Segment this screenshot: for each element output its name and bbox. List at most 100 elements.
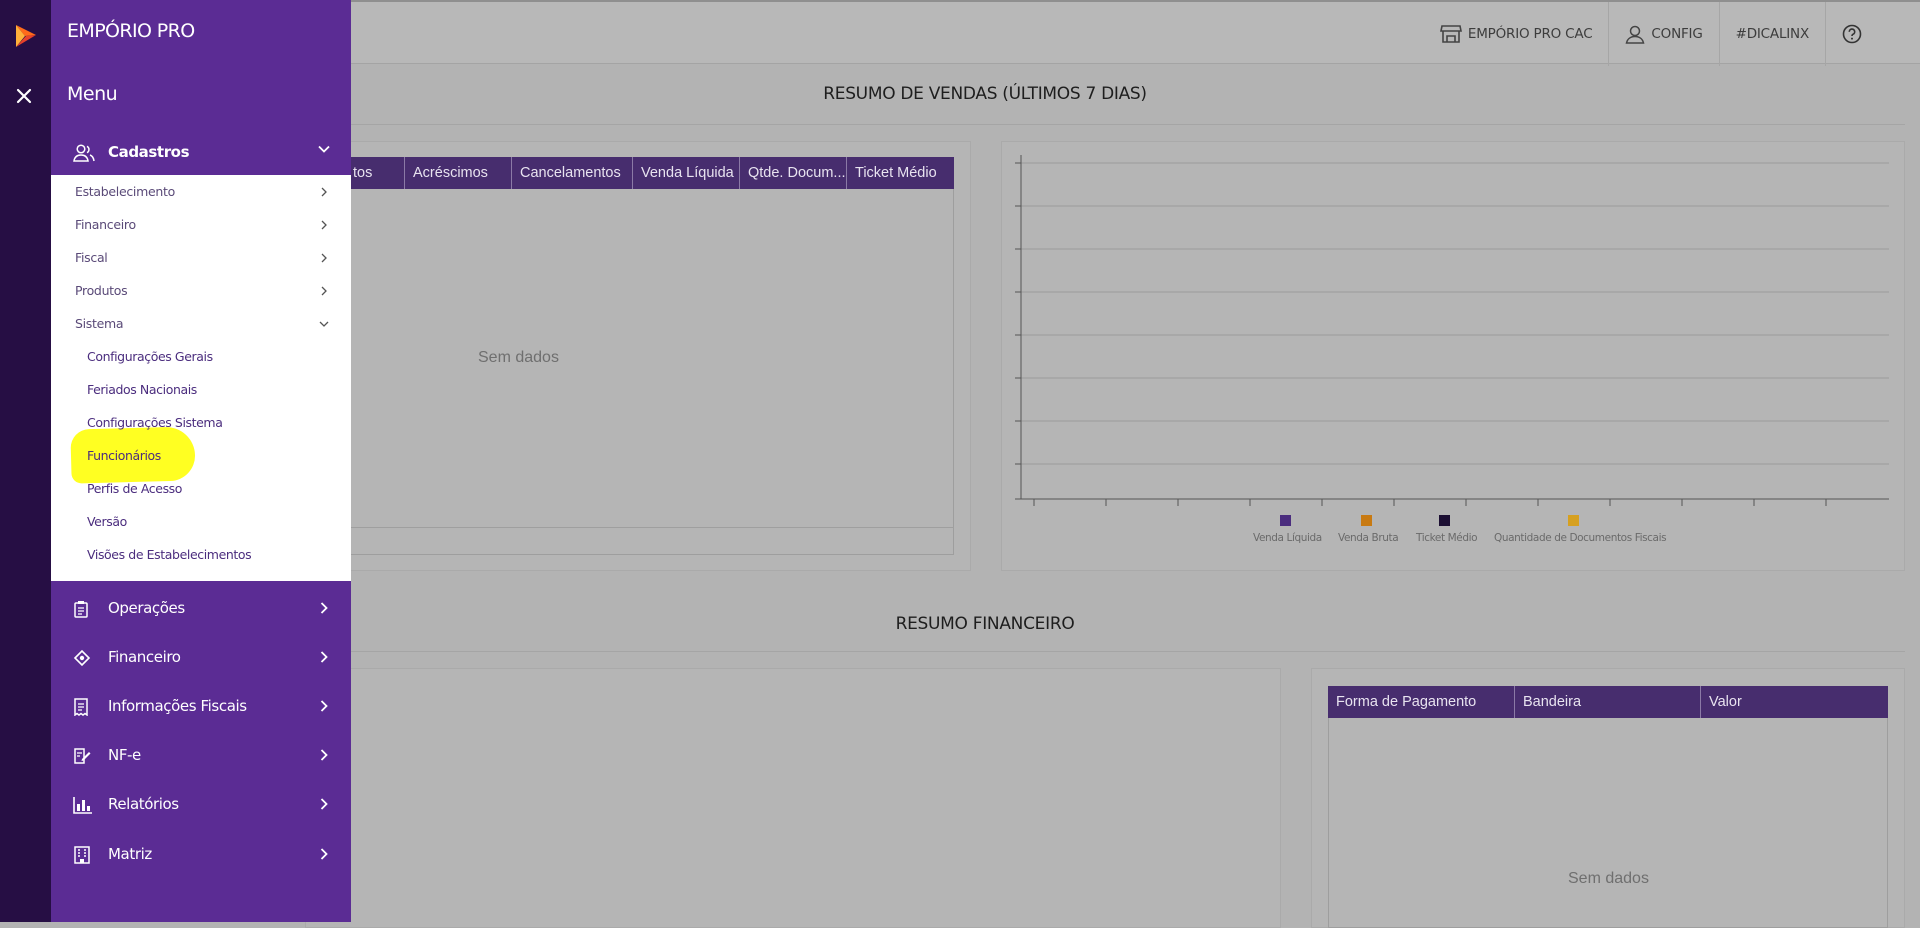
submenu-estabelecimento[interactable]: Estabelecimento	[51, 175, 351, 208]
menu-group-label: Financeiro	[108, 648, 181, 666]
finance-divider	[350, 651, 1905, 652]
menu-link-versao[interactable]: Versão	[51, 505, 351, 538]
submenu-label: Produtos	[75, 283, 128, 298]
sales-divider	[350, 124, 1905, 125]
logo-icon	[16, 25, 36, 47]
brand-title: EMPÓRIO PRO	[67, 20, 195, 42]
chart-x-ticks	[1033, 499, 1827, 506]
submenu-fiscal[interactable]: Fiscal	[51, 241, 351, 274]
store-link[interactable]: EMPÓRIO PRO CAC	[1424, 2, 1609, 66]
sales-col-header[interactable]: Qtde. Docum...	[740, 157, 847, 189]
building-icon	[74, 846, 90, 864]
document-edit-icon	[74, 748, 91, 764]
legend-swatch-venda-liquida	[1280, 515, 1291, 526]
chevron-right-icon	[320, 749, 328, 761]
cadastros-submenu: Estabelecimento Financeiro Fiscal Produt…	[51, 175, 351, 581]
menu-group-operacoes[interactable]: Operações	[51, 583, 351, 633]
user-icon	[1625, 25, 1645, 44]
menu-group-informacoes-fiscais[interactable]: Informações Fiscais	[51, 681, 351, 731]
sales-col-header[interactable]: Ticket Médio	[847, 157, 954, 189]
legend-qtd-documentos[interactable]: Quantidade de Documentos Fiscais	[1494, 532, 1667, 544]
legend-venda-bruta[interactable]: Venda Bruta	[1338, 532, 1399, 544]
menu-link-perfis-de-acesso[interactable]: Perfis de Acesso	[51, 472, 351, 505]
help-circle-icon	[1842, 24, 1862, 44]
sales-col-header[interactable]: tos	[345, 157, 405, 189]
menu-group-financeiro[interactable]: Financeiro	[51, 632, 351, 682]
config-link[interactable]: CONFIG	[1608, 2, 1718, 66]
menu-group-label: Relatórios	[108, 795, 179, 813]
menu-group-relatorios[interactable]: Relatórios	[51, 779, 351, 829]
menu-link-visoes-de-estabelecimentos[interactable]: Visões de Estabelecimentos	[51, 538, 351, 571]
menu-group-label: Matriz	[108, 845, 152, 863]
chevron-right-icon	[321, 253, 327, 263]
menu-link-label: Versão	[87, 514, 127, 529]
finance-col-header[interactable]: Bandeira	[1515, 686, 1701, 718]
sales-no-data: Sem dados	[478, 349, 559, 366]
sales-col-header[interactable]: Cancelamentos	[512, 157, 633, 189]
legend-ticket-medio[interactable]: Ticket Médio	[1416, 532, 1478, 544]
bar-chart-icon	[73, 797, 92, 814]
finance-table-header: Forma de Pagamento Bandeira Valor	[1328, 686, 1888, 718]
menu-link-funcionarios[interactable]: Funcionários	[51, 439, 351, 472]
legend-swatch-ticket-medio	[1439, 515, 1450, 526]
top-nav: EMPÓRIO PRO CAC CONFIG #DICALINX	[1424, 2, 1884, 66]
chevron-right-icon	[320, 651, 328, 663]
sales-col-header[interactable]: Venda Líquida	[633, 157, 740, 189]
chevron-right-icon	[320, 848, 328, 860]
legend-swatch-venda-bruta	[1361, 515, 1372, 526]
submenu-label: Estabelecimento	[75, 184, 175, 199]
submenu-financeiro[interactable]: Financeiro	[51, 208, 351, 241]
legend-swatch-qtd-documentos	[1568, 515, 1579, 526]
menu-group-label: NF-e	[108, 746, 141, 764]
menu-link-label: Funcionários	[87, 448, 161, 463]
menu-group-label: Informações Fiscais	[108, 697, 247, 715]
sales-chart	[1015, 155, 1889, 506]
menu-group-nfe[interactable]: NF-e	[51, 730, 351, 780]
finance-left-card	[305, 668, 1281, 928]
receipt-icon	[74, 698, 88, 716]
chevron-right-icon	[320, 700, 328, 712]
store-icon	[1439, 25, 1462, 43]
legend-venda-liquida[interactable]: Venda Líquida	[1253, 532, 1322, 544]
store-label: EMPÓRIO PRO CAC	[1467, 26, 1593, 42]
menu-title: Menu	[67, 83, 118, 105]
sidebar: EMPÓRIO PRO Menu Cadastros Estabelecimen…	[51, 0, 351, 922]
menu-link-configuracoes-gerais[interactable]: Configurações Gerais	[51, 340, 351, 373]
submenu-sistema[interactable]: Sistema	[51, 307, 351, 340]
chevron-right-icon	[321, 187, 327, 197]
left-rail	[0, 0, 51, 922]
chevron-right-icon	[321, 220, 327, 230]
menu-link-label: Configurações Sistema	[87, 415, 223, 430]
chevron-right-icon	[320, 602, 328, 614]
dicalinx-link[interactable]: #DICALINX	[1718, 2, 1825, 66]
chevron-up-icon	[318, 145, 330, 153]
menu-link-configuracoes-sistema[interactable]: Configurações Sistema	[51, 406, 351, 439]
sales-section-title: RESUMO DE VENDAS (ÚLTIMOS 7 DIAS)	[823, 84, 1147, 104]
finance-col-header[interactable]: Forma de Pagamento	[1328, 686, 1515, 718]
config-label: CONFIG	[1651, 26, 1703, 42]
sales-table-header: tos Acréscimos Cancelamentos Venda Líqui…	[345, 157, 954, 189]
finance-table-body	[1328, 718, 1888, 928]
menu-link-label: Feriados Nacionais	[87, 382, 197, 397]
submenu-produtos[interactable]: Produtos	[51, 274, 351, 307]
finance-col-header[interactable]: Valor	[1701, 686, 1888, 718]
money-icon	[73, 649, 91, 667]
chevron-right-icon	[320, 798, 328, 810]
menu-link-label: Configurações Gerais	[87, 349, 213, 364]
menu-link-label: Visões de Estabelecimentos	[87, 547, 252, 562]
dicalinx-label: #DICALINX	[1735, 26, 1810, 42]
menu-group-cadastros[interactable]: Cadastros	[51, 127, 351, 177]
chevron-down-icon	[319, 321, 329, 327]
menu-link-feriados-nacionais[interactable]: Feriados Nacionais	[51, 373, 351, 406]
sales-table-body	[345, 189, 954, 555]
menu-link-label: Perfis de Acesso	[87, 481, 183, 496]
help-button[interactable]	[1825, 2, 1884, 66]
users-icon	[73, 144, 95, 162]
close-icon[interactable]	[14, 86, 34, 106]
sales-table-footer-line	[345, 527, 954, 528]
submenu-label: Sistema	[75, 316, 124, 331]
sales-col-header[interactable]: Acréscimos	[405, 157, 512, 189]
finance-section-title: RESUMO FINANCEIRO	[895, 614, 1075, 634]
clipboard-icon	[74, 601, 88, 618]
menu-group-matriz[interactable]: Matriz	[51, 829, 351, 879]
